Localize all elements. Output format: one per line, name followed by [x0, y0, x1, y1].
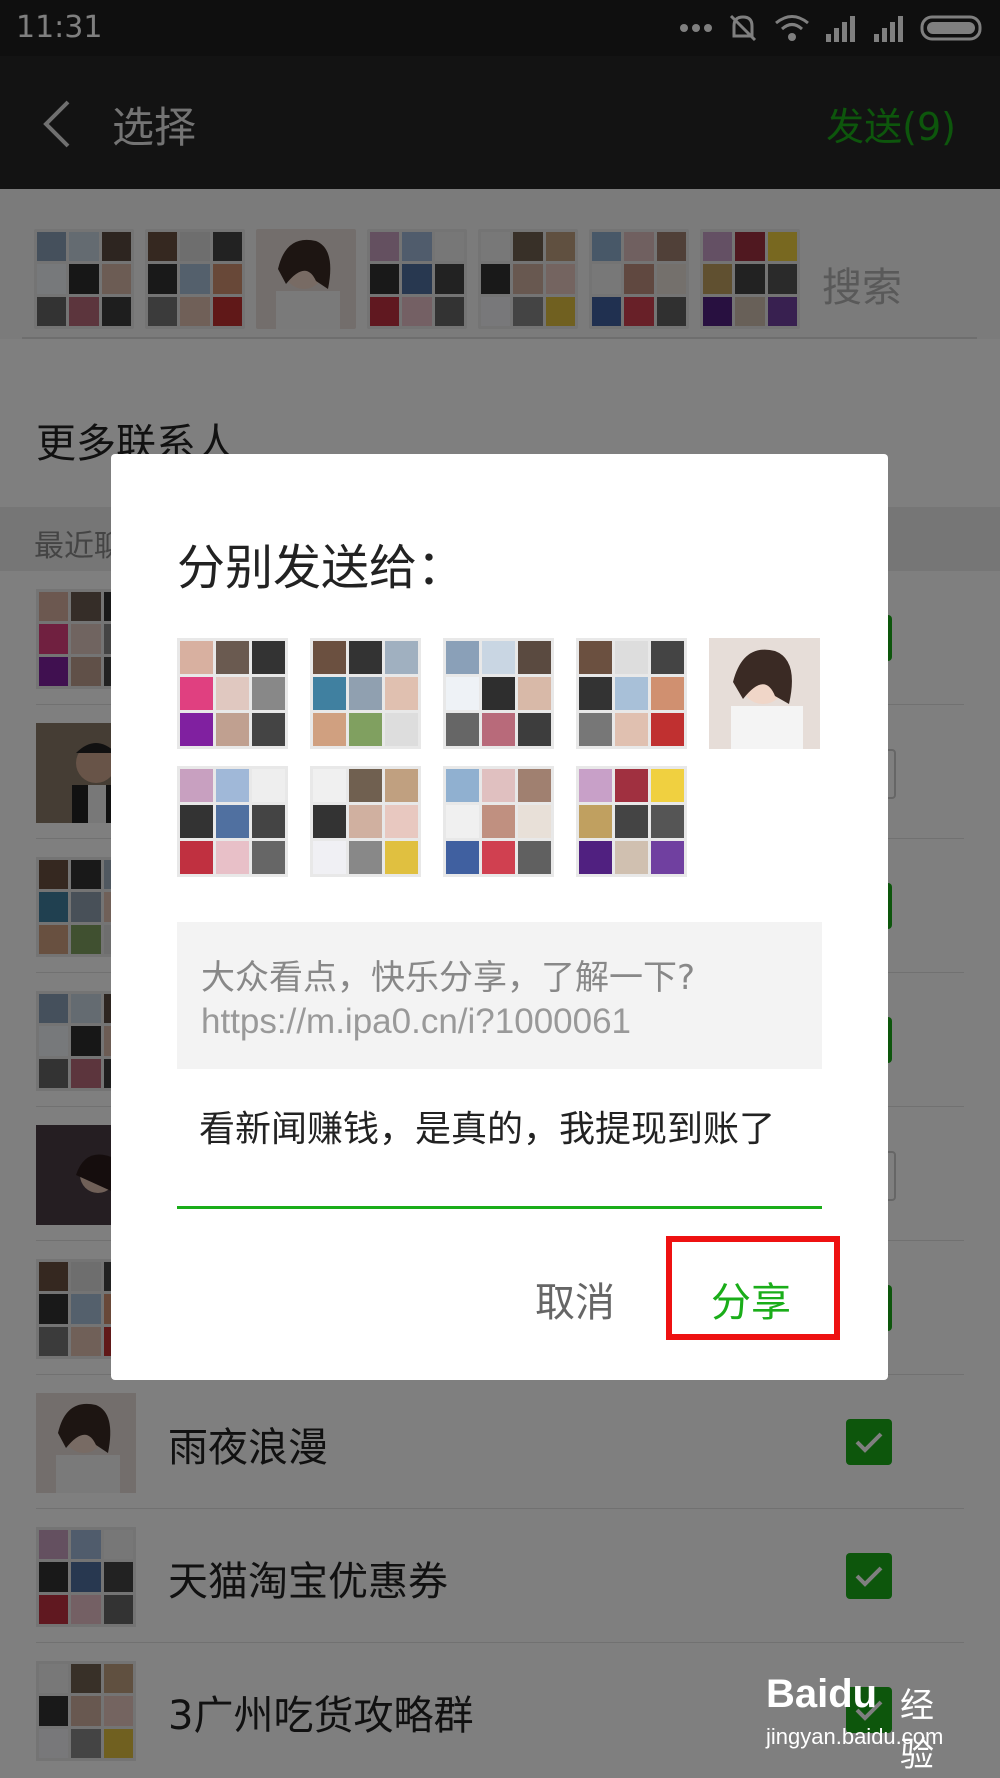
message-text[interactable]: 看新闻赚钱，是真的，我提现到账了 — [199, 1104, 799, 1156]
article-url: https://m.ipa0.cn/i?1000061 — [201, 1002, 632, 1041]
recipient-avatar — [443, 638, 554, 749]
watermark-url: jingyan.baidu.com — [766, 1724, 944, 1749]
share-button[interactable]: 分享 — [711, 1270, 791, 1328]
recipient-avatar — [177, 766, 288, 877]
shared-article-preview: 大众看点，快乐分享，了解一下? https://m.ipa0.cn/i?1000… — [177, 922, 822, 1069]
baidu-logo: Baidu — [766, 1672, 878, 1716]
recipient-avatar — [709, 638, 820, 749]
recipient-avatar — [576, 638, 687, 749]
share-dialog: 分别发送给： 大众看点，快乐分享，了解一下? https://m.ipa0.cn… — [111, 454, 888, 1380]
dialog-title: 分别发送给： — [177, 540, 466, 596]
message-field[interactable]: 看新闻赚钱，是真的，我提现到账了 — [177, 1104, 822, 1209]
recipient-avatar — [177, 638, 288, 749]
input-underline — [177, 1206, 822, 1209]
recipient-avatar — [443, 766, 554, 877]
cancel-button[interactable]: 取消 — [535, 1270, 615, 1328]
recipient-avatar — [576, 766, 687, 877]
baidu-jingyan-watermark: Baidu 经验 jingyan.baidu.com — [766, 1672, 966, 1775]
recipient-avatar — [310, 638, 421, 749]
recipient-avatar — [310, 766, 421, 877]
article-title: 大众看点，快乐分享，了解一下? — [201, 958, 696, 998]
